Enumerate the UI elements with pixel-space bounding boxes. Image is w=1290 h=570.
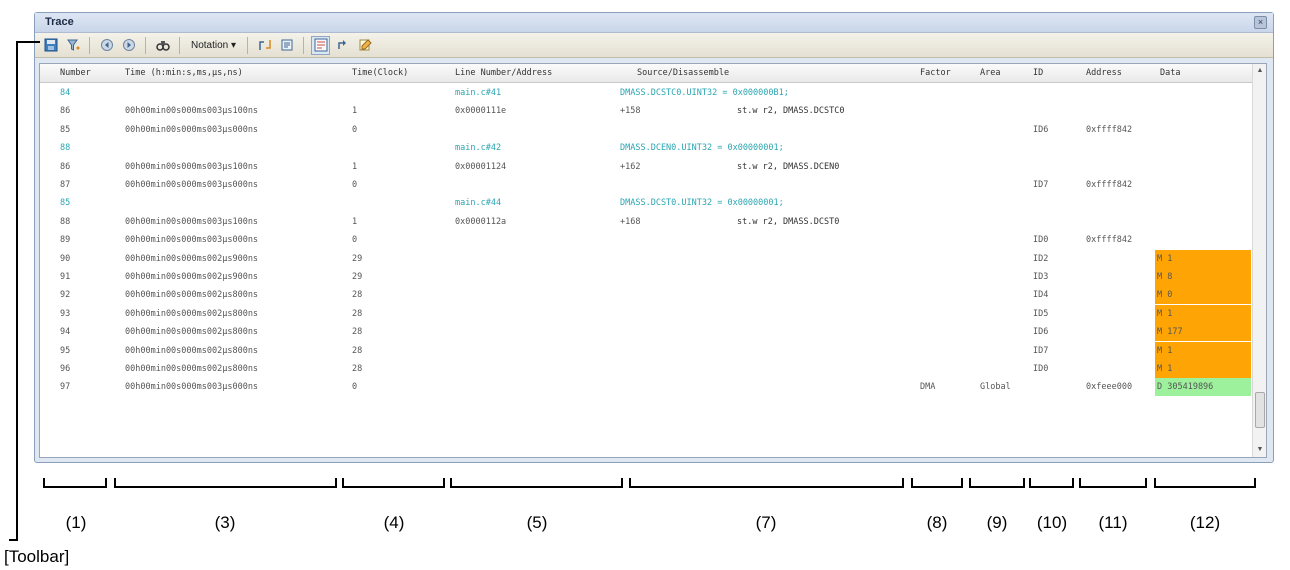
callout-7: (7) <box>755 513 777 532</box>
callout-brackets <box>9 41 1256 541</box>
callout-3: (3) <box>214 513 236 532</box>
toolbar-callout: [Toolbar] <box>4 547 70 566</box>
callout-10: (10) <box>1036 513 1068 532</box>
callout-1: (1) <box>65 513 87 532</box>
callout-4: (4) <box>383 513 405 532</box>
callout-11: (11) <box>1098 513 1128 532</box>
callout-12: (12) <box>1189 513 1221 532</box>
callout-8: (8) <box>926 513 948 532</box>
callout-5: (5) <box>526 513 548 532</box>
callout-9: (9) <box>986 513 1008 532</box>
